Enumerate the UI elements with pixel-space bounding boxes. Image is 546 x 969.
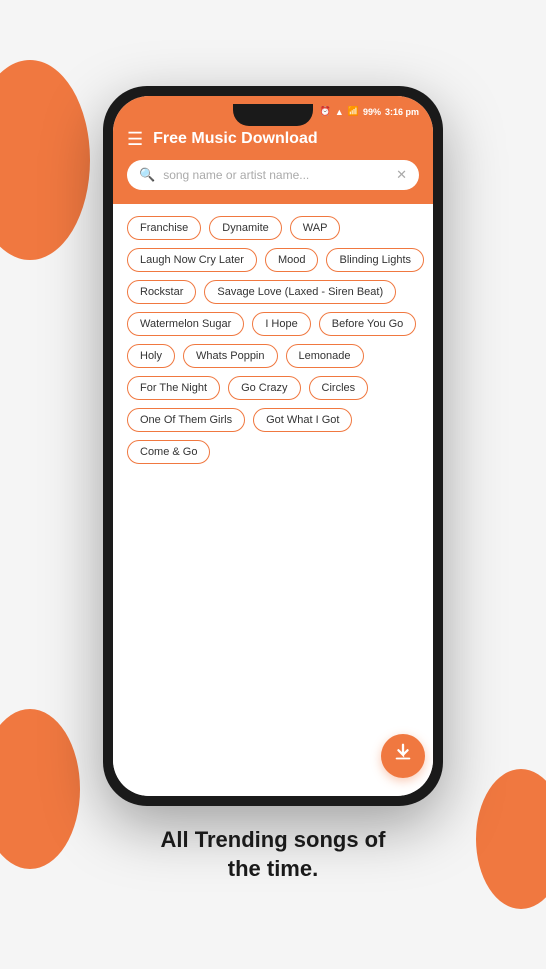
tag-row: Franchise Dynamite WAP xyxy=(127,216,419,240)
search-clear-icon[interactable]: ✕ xyxy=(396,167,407,183)
tag-chip[interactable]: Lemonade xyxy=(286,344,364,368)
tag-row: Laugh Now Cry LaterMoodBlinding Lights xyxy=(127,248,419,272)
tag-chip[interactable]: I Hope xyxy=(252,312,310,336)
tag-row: Rockstar Savage Love (Laxed - Siren Beat) xyxy=(127,280,419,304)
tag-chip[interactable]: Come & Go xyxy=(127,440,210,464)
time-display: 3:16 pm xyxy=(385,107,419,117)
tag-chip[interactable]: Blinding Lights xyxy=(326,248,424,272)
tag-chip[interactable]: For The Night xyxy=(127,376,220,400)
tag-chip[interactable]: WAP xyxy=(290,216,341,240)
wifi-icon: ▲ xyxy=(335,107,344,117)
tag-row: Come & Go xyxy=(127,440,419,464)
phone-notch xyxy=(233,104,313,126)
tag-row: Watermelon Sugar I Hope Before You Go xyxy=(127,312,419,336)
signal-icon: 📶 xyxy=(348,106,359,117)
download-fab-button[interactable] xyxy=(381,734,425,778)
tags-area: Franchise Dynamite WAP Laugh Now Cry Later M… xyxy=(113,204,433,796)
background-blob-bottom-right xyxy=(476,769,546,909)
fab-container xyxy=(381,734,425,778)
tag-chip[interactable]: Whats Poppin xyxy=(183,344,277,368)
tag-chip[interactable]: Watermelon Sugar xyxy=(127,312,244,336)
tag-row: One Of Them Girls Got What I Got xyxy=(127,408,419,432)
background-blob-bottom-left xyxy=(0,709,80,869)
tag-chip[interactable]: Savage Love (Laxed - Siren Beat) xyxy=(204,280,396,304)
tag-chip[interactable]: Franchise xyxy=(127,216,201,240)
tag-chip[interactable]: Holy xyxy=(127,344,175,368)
bottom-tagline: All Trending songs ofthe time. xyxy=(161,826,386,883)
tag-chip[interactable]: Dynamite xyxy=(209,216,281,240)
battery-level: 99% xyxy=(363,107,381,117)
phone-screen: ⏰ ▲ 📶 99% 3:16 pm ☰ Free Music Download … xyxy=(113,96,433,796)
tag-chip[interactable]: Before You Go xyxy=(319,312,417,336)
status-icons: ⏰ ▲ 📶 99% 3:16 pm xyxy=(320,106,419,117)
tag-chip[interactable]: Got What I Got xyxy=(253,408,352,432)
tag-chip[interactable]: Go Crazy xyxy=(228,376,300,400)
search-container: 🔍 song name or artist name... ✕ xyxy=(113,160,433,204)
tag-chip[interactable]: One Of Them Girls xyxy=(127,408,245,432)
background-blob-top-left xyxy=(0,60,90,260)
search-icon: 🔍 xyxy=(139,167,155,183)
search-placeholder[interactable]: song name or artist name... xyxy=(163,168,388,182)
hamburger-menu-icon[interactable]: ☰ xyxy=(127,130,143,148)
phone-frame: ⏰ ▲ 📶 99% 3:16 pm ☰ Free Music Download … xyxy=(103,86,443,806)
alarm-icon: ⏰ xyxy=(320,106,331,117)
tag-chip[interactable]: Mood xyxy=(265,248,319,272)
tag-chip[interactable]: Circles xyxy=(309,376,369,400)
app-header: ☰ Free Music Download xyxy=(113,124,433,160)
download-fab-icon xyxy=(392,742,414,769)
tag-chip[interactable]: Rockstar xyxy=(127,280,196,304)
tag-row: Holy Whats Poppin Lemonade xyxy=(127,344,419,368)
tag-row: For The Night Go Crazy Circles xyxy=(127,376,419,400)
app-title: Free Music Download xyxy=(153,130,419,148)
tag-chip[interactable]: Laugh Now Cry Later xyxy=(127,248,257,272)
search-bar[interactable]: 🔍 song name or artist name... ✕ xyxy=(127,160,419,190)
